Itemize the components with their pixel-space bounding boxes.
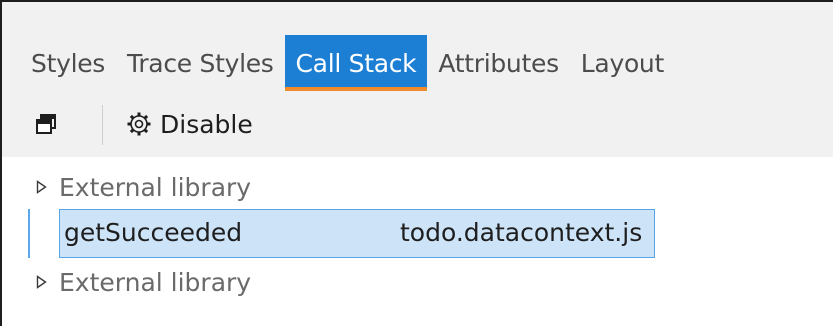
function-name: getSucceeded [64, 218, 243, 247]
external-library-node[interactable]: External library [36, 165, 251, 209]
call-stack-panel: Styles Trace Styles Call Stack Attribute… [0, 0, 833, 326]
focus-indicator [28, 209, 30, 258]
file-name-link[interactable]: todo.datacontext.js [400, 218, 642, 247]
disable-label: Disable [160, 109, 253, 139]
expand-arrow-icon[interactable] [36, 180, 47, 194]
gear-icon [127, 112, 151, 136]
tab-layout[interactable]: Layout [570, 35, 675, 91]
call-stack-tree: External library getSucceeded todo.datac… [2, 157, 833, 326]
tab-call-stack[interactable]: Call Stack [284, 35, 428, 91]
tab-trace-styles[interactable]: Trace Styles [116, 35, 285, 91]
windows-stack-icon[interactable] [34, 112, 58, 136]
tab-styles[interactable]: Styles [20, 35, 116, 91]
panel-header: Styles Trace Styles Call Stack Attribute… [2, 2, 833, 157]
node-label: External library [59, 267, 252, 297]
external-library-node[interactable]: External library [36, 260, 251, 304]
node-label: External library [59, 172, 252, 202]
stack-frame-row[interactable]: getSucceeded todo.datacontext.js [59, 209, 655, 258]
toolbar: Disable [2, 102, 833, 148]
toolbar-separator [102, 105, 103, 145]
expand-arrow-icon[interactable] [36, 275, 47, 289]
disable-button[interactable]: Disable [126, 106, 253, 142]
tab-attributes[interactable]: Attributes [427, 35, 569, 91]
tab-strip: Styles Trace Styles Call Stack Attribute… [20, 35, 675, 91]
